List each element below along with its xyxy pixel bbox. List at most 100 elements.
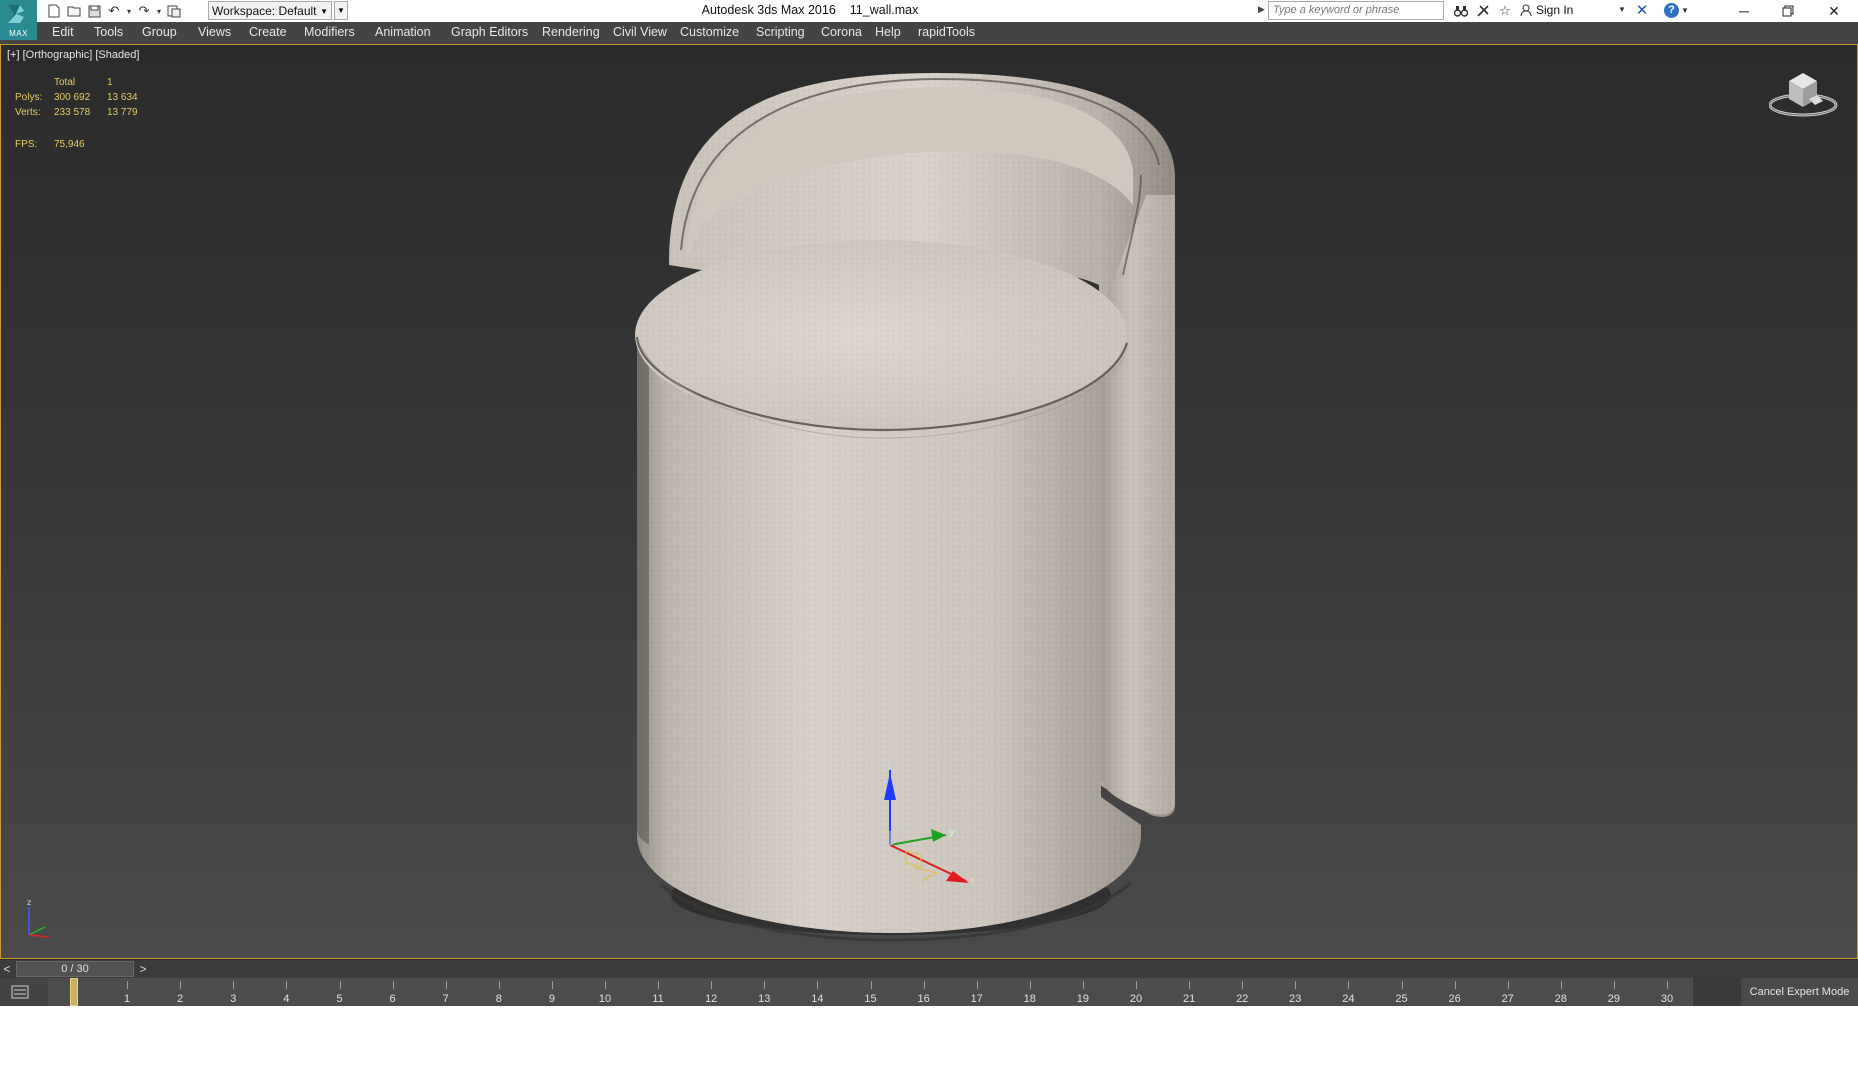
- frame-tick-label: 4: [283, 993, 290, 1005]
- help-dropdown-icon: ▼: [1681, 6, 1689, 15]
- frame-tick-label: 21: [1182, 993, 1196, 1005]
- menu-group[interactable]: Group: [142, 25, 177, 39]
- frame-tick: [233, 981, 235, 989]
- search-input[interactable]: Type a keyword or phrase: [1268, 1, 1444, 20]
- frame-tick: [1560, 981, 1562, 989]
- frame-tick-label: 20: [1129, 993, 1143, 1005]
- menu-corona[interactable]: Corona: [821, 25, 862, 39]
- time-slider-next[interactable]: >: [136, 961, 150, 977]
- frame-tick-label: 2: [177, 993, 184, 1005]
- menu-animation[interactable]: Animation: [375, 25, 431, 39]
- frame-tick-label: 24: [1342, 993, 1355, 1005]
- help-button[interactable]: ? ▼: [1664, 2, 1694, 19]
- app-logo-text: MAX: [9, 29, 28, 38]
- exchange-x-icon[interactable]: ✕: [1633, 2, 1651, 19]
- app-name: Autodesk 3ds Max 2016: [701, 3, 836, 17]
- svg-text:z: z: [27, 898, 31, 907]
- frame-tick: [1242, 981, 1244, 989]
- cancel-expert-mode-button[interactable]: Cancel Expert Mode: [1741, 978, 1858, 1006]
- menu-customize[interactable]: Customize: [680, 25, 739, 39]
- menu-civil-view[interactable]: Civil View: [613, 25, 667, 39]
- perspective-viewport[interactable]: [+] [Orthographic] [Shaded] Total 1 Poly…: [0, 44, 1858, 959]
- menu-rapidtools[interactable]: rapidTools: [918, 25, 975, 39]
- frame-tick: [1507, 981, 1509, 989]
- frame-tick: [1029, 981, 1031, 989]
- menu-bar: Edit Tools Group Views Create Modifiers …: [0, 22, 1858, 45]
- frame-tick: [339, 981, 341, 989]
- blank-area: [0, 1006, 1858, 1080]
- menu-graph-editors[interactable]: Graph Editors: [451, 25, 528, 39]
- frame-tick: [976, 981, 978, 989]
- upholstered-stool-model[interactable]: z y x: [1, 45, 1857, 958]
- frame-tick: [498, 981, 500, 989]
- menu-help[interactable]: Help: [875, 25, 901, 39]
- frame-tick-label: 3: [230, 993, 237, 1005]
- frame-tick: [551, 981, 553, 989]
- help-icon: ?: [1664, 3, 1679, 18]
- mini-curve-editor-icon[interactable]: [2, 981, 38, 1003]
- frame-tick-label: 12: [705, 993, 718, 1005]
- frame-tick: [1136, 981, 1137, 989]
- frame-tick: [392, 981, 394, 989]
- frame-tick-label: 1: [124, 993, 131, 1005]
- frame-tick: [1667, 981, 1668, 989]
- close-icon[interactable]: ✕: [1811, 0, 1857, 22]
- frame-tick-label: 26: [1448, 993, 1461, 1005]
- frame-tick-label: 5: [336, 993, 343, 1005]
- menu-modifiers[interactable]: Modifiers: [304, 25, 355, 39]
- sign-in-dropdown-icon[interactable]: ▼: [1618, 5, 1626, 14]
- frame-tick: [1348, 981, 1350, 989]
- frame-tick-label: 23: [1289, 993, 1302, 1005]
- frame-tick: [1082, 981, 1084, 989]
- communication-center-icon[interactable]: [1472, 2, 1494, 20]
- frame-tick-label: 8: [495, 993, 502, 1005]
- frame-tick: [764, 981, 766, 989]
- frame-tick-label: 18: [1023, 993, 1036, 1005]
- menu-edit[interactable]: Edit: [52, 25, 74, 39]
- menu-tools[interactable]: Tools: [94, 25, 123, 39]
- frame-tick: [1295, 981, 1297, 989]
- user-icon: [1520, 4, 1532, 16]
- frame-tick-label: 9: [548, 993, 555, 1005]
- frame-tick-label: 28: [1554, 993, 1567, 1005]
- sign-in-button[interactable]: Sign In: [1520, 3, 1573, 17]
- menu-create[interactable]: Create: [249, 25, 287, 39]
- frame-tick: [870, 981, 872, 989]
- gizmo-z-label: z: [887, 761, 892, 772]
- frame-tick-label: 15: [864, 993, 877, 1005]
- frame-tick-label: 11: [652, 993, 664, 1005]
- frame-tick: [605, 981, 606, 989]
- frame-tick-label: 14: [811, 993, 824, 1005]
- time-slider-prev[interactable]: <: [0, 961, 14, 977]
- menu-scripting[interactable]: Scripting: [756, 25, 805, 39]
- app-menu-button[interactable]: MAX: [0, 0, 37, 40]
- frame-tick: [817, 981, 819, 989]
- frame-tick-label: 7: [442, 993, 449, 1005]
- time-slider-thumb[interactable]: 0 / 30: [16, 961, 134, 977]
- search-expand-icon[interactable]: ▶: [1258, 4, 1265, 15]
- frame-tick-label: 29: [1607, 993, 1621, 1005]
- frame-tick: [1189, 981, 1191, 989]
- gizmo-x-label: x: [969, 875, 975, 886]
- frame-ruler[interactable]: 0123456789101112131415161718192021222324…: [48, 978, 1693, 1006]
- frame-tick: [286, 981, 288, 989]
- menu-rendering[interactable]: Rendering: [542, 25, 600, 39]
- axis-tripod-icon: z: [27, 898, 50, 938]
- minimize-icon[interactable]: ─: [1721, 0, 1767, 22]
- frame-tick: [711, 981, 713, 989]
- frame-tick: [923, 981, 925, 989]
- binoculars-icon[interactable]: [1450, 2, 1472, 20]
- frame-tick: [445, 981, 447, 989]
- menu-views[interactable]: Views: [198, 25, 231, 39]
- viewcube-icon[interactable]: [1769, 67, 1841, 123]
- gizmo-y-label: y: [949, 827, 955, 838]
- restore-icon[interactable]: [1765, 0, 1811, 22]
- current-frame-marker[interactable]: [70, 978, 78, 1006]
- 3dsmax-logo-icon: [8, 5, 24, 23]
- frame-tick-label: 19: [1076, 993, 1090, 1005]
- frame-tick: [127, 981, 129, 989]
- favorites-star-icon[interactable]: ☆: [1494, 2, 1516, 20]
- frame-tick: [180, 981, 182, 989]
- sign-in-label: Sign In: [1536, 3, 1574, 17]
- frame-tick-label: 30: [1660, 993, 1674, 1005]
